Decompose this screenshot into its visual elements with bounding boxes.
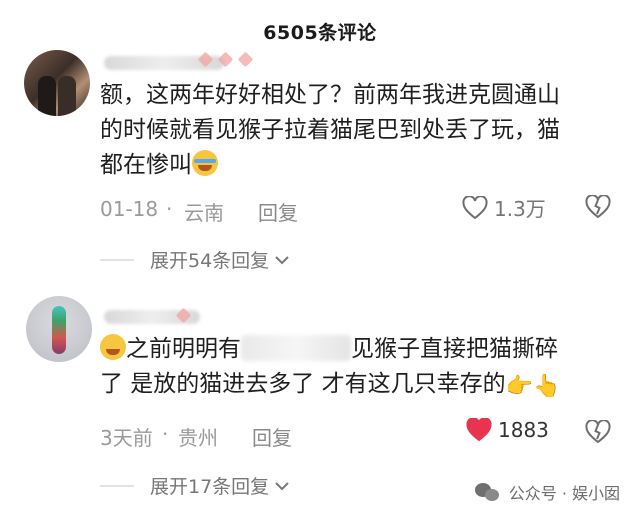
broken-heart-icon[interactable] [585,420,611,444]
comment-location: 云南 [184,201,224,225]
heart-outline-icon [462,195,488,219]
meta-separator: · [162,422,169,446]
comment-line: 了 是放的猫进去多了 才有这几只幸存的 [100,371,506,397]
like-button[interactable]: 1.3万 [462,193,546,222]
divider-line [100,258,134,261]
comment-1: 额，这两年好好相处了？前两年我进克圆通山 的时候就看见猴子拉着猫尾巴到处丢了玩，… [0,50,640,280]
grin-sweat-emoji-icon [100,334,126,360]
comment-line: 之前明明有 [126,336,241,362]
comment-text: 之前明明有 见猴子直接把猫撕碎 了 是放的猫进去多了 才有这几只幸存的👉👆 [100,332,620,404]
comment-line: 都在惨叫 [100,152,192,178]
chevron-down-icon [275,481,289,490]
pointing-hand-icon: 👉 [505,374,534,399]
reply-button[interactable]: 回复 [258,197,298,226]
badge-icon [237,51,254,68]
avatar-graphic [52,306,66,354]
user-avatar[interactable] [24,50,90,116]
like-count: 1883 [498,418,549,442]
expand-replies[interactable]: 展开54条回复 [100,246,289,273]
comment-2: 之前明明有 见猴子直接把猫撕碎 了 是放的猫进去多了 才有这几只幸存的👉👆 3天前… [0,296,640,499]
comment-count-title: 6505条评论 [263,21,377,44]
comment-line: 的时候就看见猴子拉着猫尾巴到处丢了玩，猫 [100,117,560,143]
comment-date: 3天前 [100,426,153,450]
wechat-icon [474,481,501,503]
blurred-text [241,335,351,361]
heart-filled-icon [466,418,492,442]
like-count: 1.3万 [494,197,546,221]
comment-line: 额，这两年好好相处了？前两年我进克圆通山 [100,82,560,108]
expand-replies[interactable]: 展开17条回复 [100,472,289,499]
like-button[interactable]: 1883 [466,418,549,442]
comment-date: 01-18 [100,197,159,221]
comment-text: 额，这两年好好相处了？前两年我进克圆通山 的时候就看见猴子拉着猫尾巴到处丢了玩，… [100,78,620,183]
comment-location: 贵州 [178,426,218,450]
user-avatar[interactable] [26,296,92,362]
meta-separator: · [166,197,173,221]
expand-replies-label: 展开54条回复 [150,250,270,272]
comment-line: 见猴子直接把猫撕碎 [351,336,558,362]
pointing-hand-icon: 👆 [533,374,561,399]
broken-heart-icon[interactable] [585,195,611,219]
reply-button[interactable]: 回复 [252,422,292,451]
watermark: 公众号 · 娱小囡 [474,480,620,504]
chevron-down-icon [275,255,289,264]
divider-line [100,484,134,487]
expand-replies-label: 展开17条回复 [150,476,270,498]
laugh-cry-emoji-icon [192,150,218,176]
watermark-text: 公众号 · 娱小囡 [508,484,620,503]
